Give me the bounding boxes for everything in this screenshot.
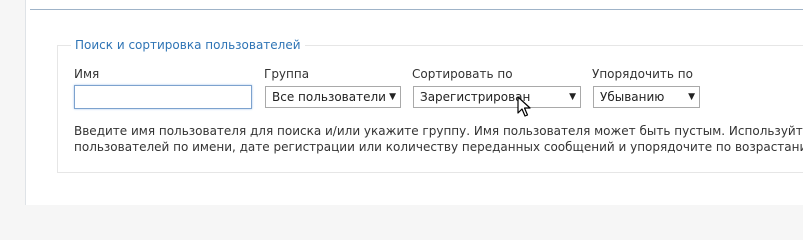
order-select[interactable]: Убыванию ▼ bbox=[593, 86, 700, 108]
chevron-down-icon: ▼ bbox=[569, 92, 576, 102]
fieldset-legend: Поиск и сортировка пользователей bbox=[71, 37, 305, 53]
order-select-value: Убыванию bbox=[600, 90, 665, 104]
top-divider bbox=[30, 9, 803, 10]
group-label: Группа bbox=[264, 67, 310, 81]
help-text-line-2: пользователей по имени, дате регистрации… bbox=[74, 140, 803, 154]
sort-by-label: Сортировать по bbox=[412, 67, 513, 81]
help-text-line-1: Введите имя пользователя для поиска и/ил… bbox=[74, 124, 803, 138]
sort-by-select-value: Зарегистрирован bbox=[420, 90, 531, 104]
name-label: Имя bbox=[74, 67, 100, 81]
chevron-down-icon: ▼ bbox=[688, 92, 695, 102]
group-select-value: Все пользователи bbox=[272, 90, 386, 104]
order-label: Упорядочить по bbox=[592, 67, 693, 81]
chevron-down-icon: ▼ bbox=[389, 92, 396, 102]
sort-by-select[interactable]: Зарегистрирован ▼ bbox=[413, 86, 581, 108]
name-input[interactable] bbox=[74, 85, 252, 109]
mouse-pointer-icon bbox=[517, 96, 531, 117]
help-text: Введите имя пользователя для поиска и/ил… bbox=[74, 123, 803, 155]
group-select[interactable]: Все пользователи ▼ bbox=[265, 86, 401, 108]
